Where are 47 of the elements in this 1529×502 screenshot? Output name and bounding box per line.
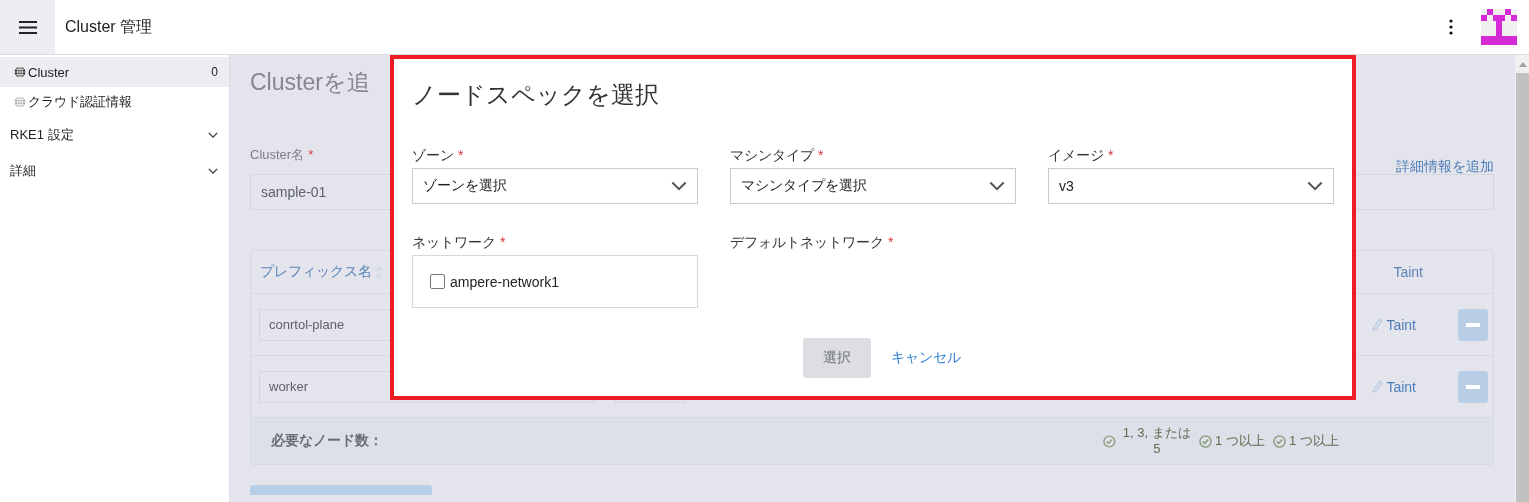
check-circle-icon — [1199, 434, 1213, 448]
chevron-down-icon — [1307, 181, 1323, 191]
chevron-down-icon — [989, 181, 1005, 191]
pencil-icon — [1372, 318, 1384, 331]
sidebar-section[interactable]: 詳細 — [0, 153, 229, 189]
more-button[interactable] — [1447, 17, 1455, 37]
column-header: Taint — [1393, 264, 1423, 280]
select-field[interactable]: ゾーンを選択 — [412, 168, 698, 204]
minus-icon — [1466, 384, 1480, 389]
sidebar-item[interactable]: Cluster 0 — [0, 57, 229, 87]
field-label: デフォルトネットワーク * — [730, 234, 895, 252]
field-label: イメージ * — [1048, 147, 1115, 165]
scroll-up-icon — [1518, 61, 1527, 67]
globe-icon — [14, 96, 26, 108]
select-field[interactable]: マシンタイプを選択 — [730, 168, 1016, 204]
field-label: ゾーン * — [412, 147, 465, 165]
more-icon — [1449, 19, 1453, 35]
logo-icon — [1481, 9, 1517, 45]
requirement-label: 1 つ以上 — [1195, 432, 1269, 450]
chevron-down-icon — [208, 132, 218, 138]
check-circle-icon — [1103, 434, 1116, 448]
check-circle-icon — [1273, 434, 1287, 448]
count-label: 0 — [211, 65, 218, 79]
menu-button[interactable] — [0, 0, 55, 54]
checkbox[interactable] — [430, 274, 445, 289]
menu-icon — [18, 20, 37, 34]
globe-icon — [14, 66, 26, 78]
checkbox-label[interactable]: ampere-network1 — [450, 273, 559, 290]
app-title: Cluster 管理 — [65, 16, 154, 37]
dialog-title: ノードスペックを選択 — [412, 80, 660, 110]
field-label: マシンタイプ * — [730, 147, 825, 165]
minus-icon — [1466, 322, 1480, 327]
footer-label: 必要なノード数： — [271, 432, 384, 450]
field-label: Cluster名 * — [250, 146, 314, 164]
page-title: Clusterを追 — [250, 68, 370, 97]
field-label: ネットワーク * — [412, 234, 507, 252]
requirement-label: 1, 3, または 5 — [1103, 424, 1195, 458]
remove-button[interactable] — [1458, 370, 1488, 403]
add-button[interactable] — [250, 485, 432, 495]
select-field[interactable]: v3 — [1048, 168, 1334, 204]
cancel-link[interactable]: キャンセル — [891, 349, 961, 367]
pencil-icon — [1372, 380, 1384, 393]
chevron-down-icon — [208, 168, 218, 174]
sidebar-section[interactable]: RKE1 設定 — [0, 117, 229, 153]
requirement-label: 1 つ以上 — [1269, 432, 1343, 450]
remove-button[interactable] — [1458, 308, 1488, 341]
chevron-down-icon — [671, 181, 687, 191]
